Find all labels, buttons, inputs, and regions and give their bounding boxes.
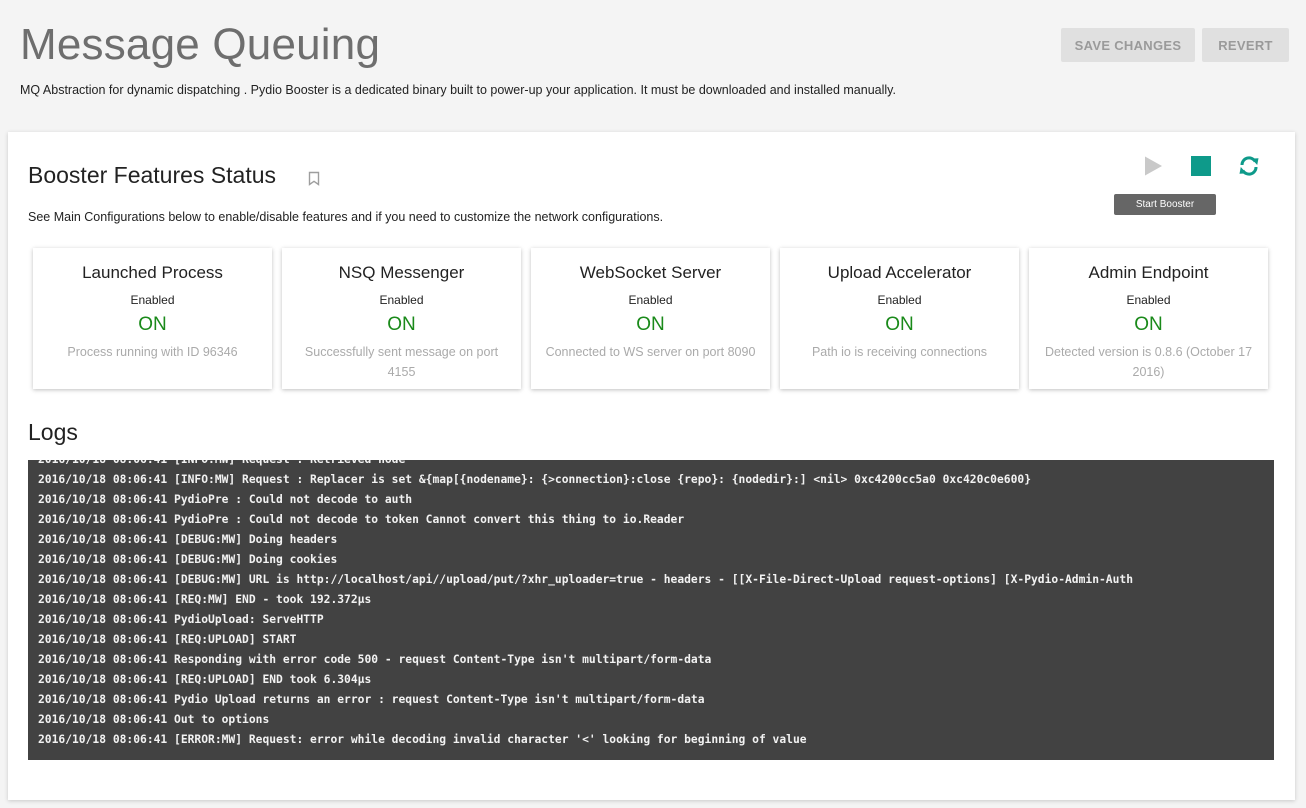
play-icon[interactable] <box>1139 152 1167 180</box>
log-line: 2016/10/18 08:06:41 [REQ:MW] END - took … <box>38 593 372 606</box>
feature-detail: Process running with ID 96346 <box>67 345 238 359</box>
feature-title: NSQ Messenger <box>338 263 465 282</box>
page-title: Message Queuing <box>20 20 381 69</box>
log-line: 2016/10/18 08:06:41 [DEBUG:MW] Doing coo… <box>38 553 338 566</box>
booster-status-panel: Booster Features Status See Main Configu… <box>8 132 1295 800</box>
log-line: 2016/10/18 08:06:41 [REQ:UPLOAD] START <box>38 633 297 646</box>
feature-title: Upload Accelerator <box>827 263 972 282</box>
log-line: 2016/10/18 08:06:41 [ERROR:MW] Request: … <box>38 733 807 746</box>
feature-title: WebSocket Server <box>579 263 722 282</box>
log-line: 2016/10/18 08:06:41 [REQ:UPLOAD] END too… <box>38 673 372 686</box>
log-line: 2016/10/18 08:06:41 PydioPre : Could not… <box>38 493 413 506</box>
feature-detail: Detected version is 0.8.6 (October 17 20… <box>1044 345 1253 379</box>
feature-detail: Connected to WS server on port 8090 <box>545 345 756 359</box>
feature-state: ON <box>1134 314 1163 335</box>
log-line: 2016/10/18 08:06:41 PydioPre : Could not… <box>38 513 685 526</box>
feature-detail: Successfully sent message on port 4155 <box>304 345 499 379</box>
log-line: 2016/10/18 08:06:41 [DEBUG:MW] Doing hea… <box>38 533 338 546</box>
logs-title: Logs <box>28 419 78 445</box>
log-line: 2016/10/18 08:06:41 Responding with erro… <box>38 653 712 666</box>
feature-card-nsq-messenger: NSQ Messenger Enabled ON Successfully se… <box>282 248 521 389</box>
feature-state: ON <box>636 314 665 335</box>
page-description: MQ Abstraction for dynamic dispatching .… <box>20 83 896 97</box>
logs-console[interactable]: 2016/10/18 08:06:41 [INFO:MW] Request : … <box>28 460 1274 760</box>
feature-state: ON <box>387 314 416 335</box>
feature-card-websocket-server: WebSocket Server Enabled ON Connected to… <box>531 248 770 389</box>
feature-detail: Path io is receiving connections <box>811 345 988 359</box>
feature-card-launched-process: Launched Process Enabled ON Process runn… <box>33 248 272 389</box>
log-line: 2016/10/18 08:06:41 [INFO:MW] Request : … <box>38 460 1264 470</box>
log-line: 2016/10/18 08:06:41 PydioUpload: ServeHT… <box>38 613 324 626</box>
feature-card-admin-endpoint: Admin Endpoint Enabled ON Detected versi… <box>1029 248 1268 389</box>
save-changes-button[interactable]: SAVE CHANGES <box>1061 28 1195 62</box>
log-line: 2016/10/18 08:06:41 [DEBUG:MW] URL is ht… <box>38 573 1134 586</box>
feature-title: Admin Endpoint <box>1088 263 1209 282</box>
log-line: 2016/10/18 08:06:41 Pydio Upload returns… <box>38 693 705 706</box>
feature-enabled: Enabled <box>379 293 424 307</box>
log-line: 2016/10/18 08:06:41 [INFO:MW] Request : … <box>38 473 1031 486</box>
feature-enabled: Enabled <box>130 293 175 307</box>
feature-title: Launched Process <box>82 263 223 282</box>
feature-enabled: Enabled <box>628 293 673 307</box>
log-line: 2016/10/18 08:06:41 Out to options <box>38 713 270 726</box>
section-title: Booster Features Status <box>28 162 277 188</box>
revert-button[interactable]: REVERT <box>1202 28 1289 62</box>
feature-enabled: Enabled <box>1126 293 1171 307</box>
feature-state: ON <box>885 314 914 335</box>
refresh-icon[interactable] <box>1235 152 1263 180</box>
stop-icon[interactable] <box>1187 152 1215 180</box>
feature-card-upload-accelerator: Upload Accelerator Enabled ON Path io is… <box>780 248 1019 389</box>
start-booster-tooltip: Start Booster <box>1114 194 1216 215</box>
feature-state: ON <box>138 314 167 335</box>
section-subtitle: See Main Configurations below to enable/… <box>28 210 664 224</box>
feature-enabled: Enabled <box>877 293 922 307</box>
bookmark-icon[interactable] <box>308 171 320 186</box>
